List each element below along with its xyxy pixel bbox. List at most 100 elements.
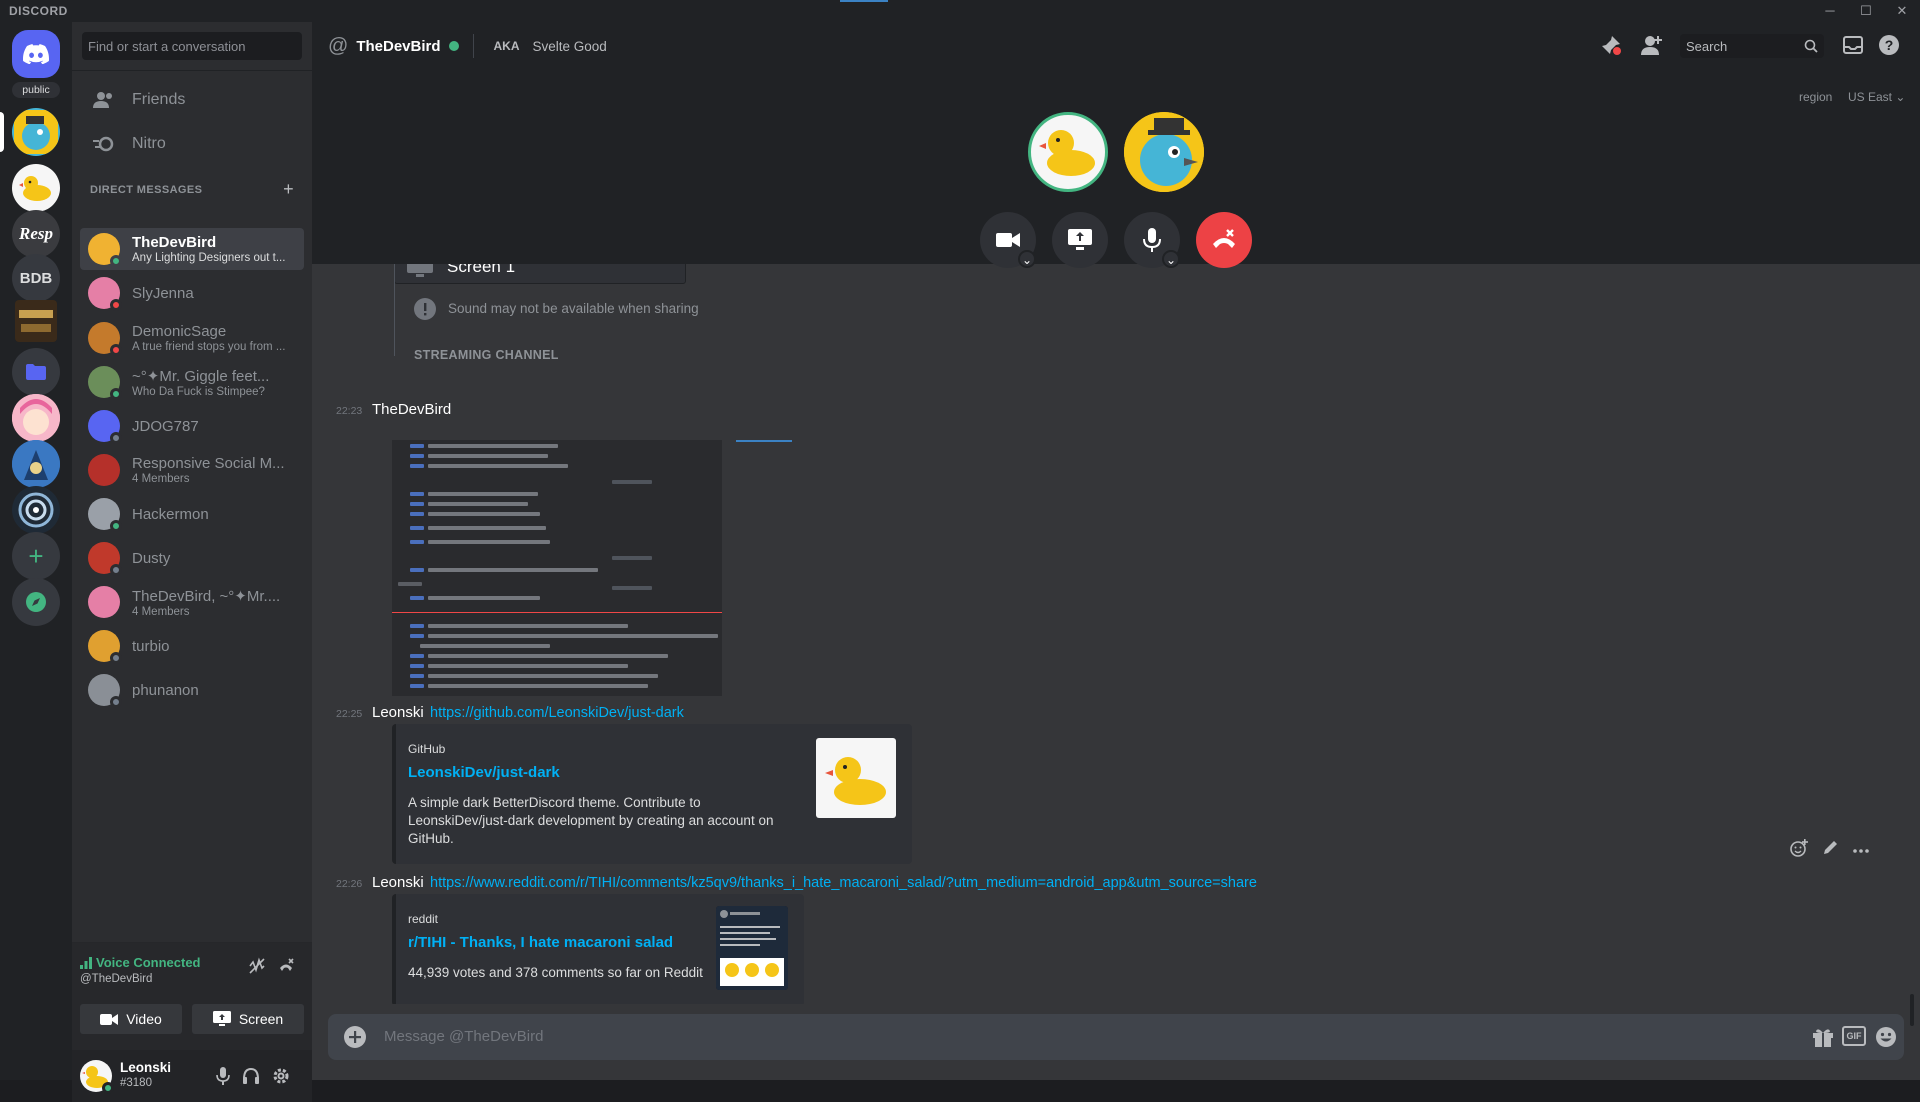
call-participant-duck[interactable]	[1028, 112, 1108, 192]
screen-picker-option[interactable]: Screen 1	[394, 264, 686, 284]
gift-icon[interactable]	[1812, 1026, 1834, 1053]
screen-share-icon	[212, 1011, 231, 1026]
avatar	[88, 542, 122, 576]
dm-subtext: 4 Members	[132, 473, 190, 485]
dm-name: TheDevBird, ~°✦Mr....	[132, 587, 281, 605]
message-author[interactable]: TheDevBird	[372, 401, 451, 418]
emoji-picker-icon[interactable]	[1875, 1026, 1897, 1053]
dm-item[interactable]: Responsive Social M... 4 Members	[80, 449, 304, 491]
embed-thumbnail[interactable]	[816, 738, 896, 818]
embed-title[interactable]: LeonskiDev/just-dark	[408, 764, 560, 781]
video-camera-icon	[100, 1013, 119, 1025]
embed-thumbnail[interactable]	[716, 906, 788, 990]
settings-gear-icon[interactable]	[272, 1067, 290, 1090]
avatar	[88, 322, 122, 356]
region-label: region	[1799, 90, 1833, 104]
server-lucario[interactable]	[12, 440, 60, 488]
screen-share-call-button[interactable]	[1052, 212, 1108, 268]
edit-pencil-icon[interactable]	[1822, 840, 1838, 861]
dm-item[interactable]: Dusty	[80, 537, 304, 579]
end-call-button[interactable]	[1196, 212, 1252, 268]
server-duck[interactable]	[12, 164, 60, 212]
voice-channel-name: @TheDevBird	[80, 973, 153, 985]
status-indicator	[110, 432, 122, 444]
add-friend-to-dm-icon[interactable]	[1641, 34, 1663, 61]
dm-item[interactable]: phunanon	[80, 669, 304, 711]
find-conversation-input[interactable]: Find or start a conversation	[82, 32, 302, 60]
warning-icon	[414, 298, 436, 325]
dm-item[interactable]: TheDevBird Any Lighting Designers out t..…	[80, 228, 304, 270]
server-resp[interactable]: Resp	[12, 210, 60, 258]
bird-avatar-icon	[14, 110, 58, 154]
screen-share-button[interactable]: Screen	[192, 1004, 304, 1034]
dm-item[interactable]: turbio	[80, 625, 304, 667]
explore-button[interactable]	[12, 578, 60, 626]
dm-item[interactable]: JDOG787	[80, 405, 304, 447]
maximize-button[interactable]: ☐	[1848, 0, 1884, 22]
help-icon[interactable]: ?	[1878, 34, 1900, 61]
user-avatar[interactable]	[80, 1060, 114, 1094]
message-input[interactable]: Message @TheDevBird	[384, 1028, 543, 1045]
region-select[interactable]: US East ⌄	[1848, 90, 1905, 104]
monitor-icon	[407, 264, 433, 282]
minimize-button[interactable]: ─	[1812, 0, 1848, 22]
dm-subtext: 4 Members	[132, 605, 190, 618]
message-author[interactable]: Leonski	[372, 704, 424, 721]
microphone-toggle-button[interactable]: ⌄	[1124, 212, 1180, 268]
aka-value: Svelte Good	[532, 38, 607, 54]
headphones-icon[interactable]	[242, 1067, 260, 1090]
search-input[interactable]: Search	[1680, 34, 1824, 58]
server-bdb[interactable]: BDB	[12, 254, 60, 302]
disconnect-icon[interactable]	[277, 957, 295, 980]
add-server-button[interactable]: +	[12, 532, 60, 580]
message-timestamp: 22:25	[336, 708, 363, 720]
message-author[interactable]: Leonski	[372, 874, 424, 891]
nitro-label: Nitro	[132, 135, 166, 152]
microphone-icon[interactable]	[216, 1067, 230, 1090]
github-link[interactable]: https://github.com/LeonskiDev/just-dark	[430, 705, 684, 721]
nitro-nav[interactable]: Nitro	[80, 123, 304, 165]
dm-item[interactable]: ~°✦Mr. Giggle feet... Who Da Fuck is Stim…	[80, 361, 304, 403]
gif-picker-button[interactable]: GIF	[1842, 1026, 1866, 1046]
public-label: public	[12, 82, 60, 98]
creature-avatar-icon	[12, 440, 60, 488]
friends-nav[interactable]: Friends	[80, 79, 304, 121]
close-button[interactable]: ✕	[1884, 0, 1920, 22]
chevron-down-icon: ⌄	[1895, 90, 1906, 104]
server-pink-avatar[interactable]	[12, 394, 60, 442]
pinned-messages-icon[interactable]	[1600, 34, 1622, 61]
dm-item[interactable]: SlyJenna	[80, 272, 304, 314]
search-icon	[1804, 39, 1818, 58]
dm-item[interactable]: Hackermon	[80, 493, 304, 535]
reddit-link[interactable]: https://www.reddit.com/r/TIHI/comments/k…	[430, 875, 1257, 891]
noise-suppression-icon[interactable]	[248, 957, 266, 980]
message-list: Screen 1 Sound may not be available when…	[312, 264, 1920, 1004]
attached-screenshot-image[interactable]	[392, 440, 722, 696]
online-status	[102, 1082, 114, 1094]
home-button[interactable]	[12, 30, 60, 78]
user-panel: Leonski #3180	[72, 1050, 312, 1102]
scrollbar-thumb[interactable]	[1910, 994, 1914, 1026]
server-ideas[interactable]	[15, 300, 57, 342]
server-spiral[interactable]	[12, 486, 60, 534]
camera-toggle-button[interactable]: ⌄	[980, 212, 1036, 268]
dm-item[interactable]: TheDevBird, ~°✦Mr.... 4 Members	[80, 581, 304, 623]
dm-text: SlyJenna	[132, 285, 292, 302]
embed-title[interactable]: r/TIHI - Thanks, I hate macaroni salad	[408, 934, 673, 951]
voice-status[interactable]: Voice Connected	[80, 955, 201, 970]
avatar	[88, 498, 122, 532]
dm-thedevbird-server[interactable]	[12, 108, 60, 156]
add-reaction-icon[interactable]	[1790, 838, 1808, 862]
create-dm-plus-icon[interactable]: +	[283, 179, 294, 200]
dm-item[interactable]: DemonicSage A true friend stops you from …	[80, 317, 304, 359]
server-folder[interactable]	[12, 348, 60, 396]
dm-text: Dusty	[132, 550, 292, 567]
more-options-icon[interactable]	[1852, 841, 1870, 859]
call-participant-bird[interactable]	[1124, 112, 1204, 192]
dm-subtext: A true friend stops you from ...	[132, 341, 286, 353]
popout-divider	[394, 264, 395, 356]
window-controls: ─ ☐ ✕	[1812, 0, 1920, 22]
video-button[interactable]: Video	[80, 1004, 182, 1034]
inbox-icon[interactable]	[1843, 35, 1863, 60]
upload-plus-icon[interactable]	[344, 1026, 366, 1053]
